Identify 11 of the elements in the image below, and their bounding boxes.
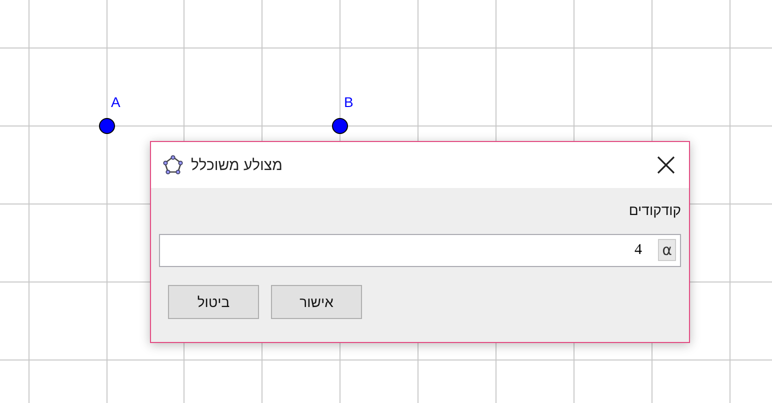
close-icon[interactable]: [657, 156, 675, 174]
point[interactable]: [332, 118, 348, 134]
dialog-title: מצולע משוכלל: [191, 156, 282, 174]
point-label: A: [111, 94, 120, 110]
dialog-button[interactable]: אישור: [271, 285, 362, 319]
field-label: קודקודים: [628, 202, 681, 218]
point-label: B: [344, 94, 354, 110]
dialog-button[interactable]: ביטול: [168, 285, 259, 319]
polygon-icon: [163, 155, 183, 175]
symbol-button[interactable]: α: [658, 239, 676, 261]
point[interactable]: [99, 118, 115, 134]
